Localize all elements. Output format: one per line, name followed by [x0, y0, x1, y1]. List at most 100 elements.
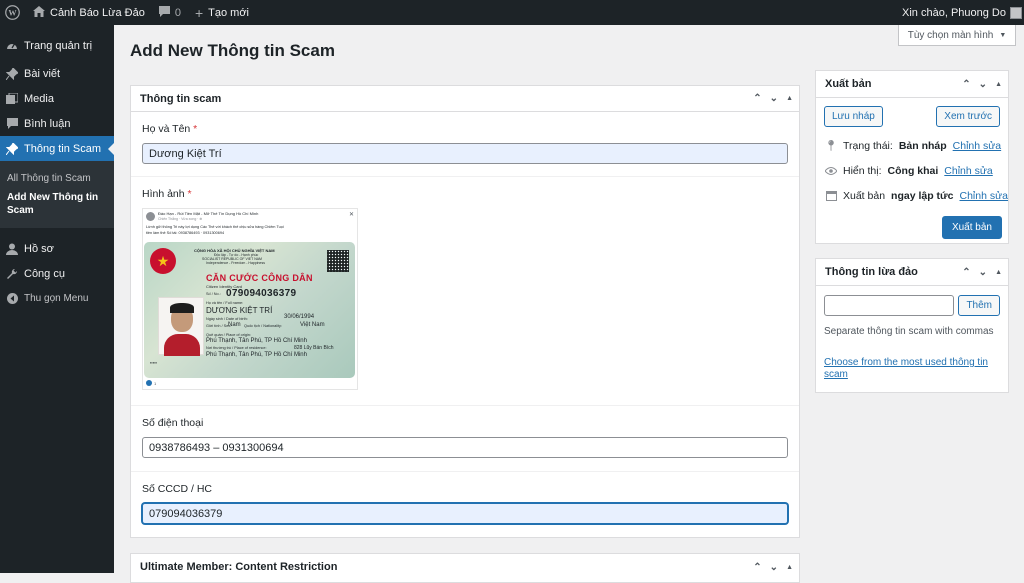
publish-box: Xuất bản ⌃ ⌄ ▲ Lưu nháp Xem trước 📍︎ Trạ…	[815, 70, 1009, 244]
plus-icon: +	[194, 4, 204, 21]
sidebar-collapse-menu[interactable]: Thu gọn Menu	[0, 286, 114, 311]
phone-label: Số điện thoại	[142, 417, 204, 429]
scam-submenu: All Thông tin Scam Add New Thông tin Sca…	[0, 161, 114, 228]
card-holder-name: DƯƠNG KIỆT TRÍ	[206, 306, 273, 315]
account-menu[interactable]: Xin chào, Phuong Do	[902, 6, 1022, 19]
save-draft-button[interactable]: Lưu nháp	[824, 106, 883, 127]
calendar-icon	[825, 190, 837, 201]
status-row: 📍︎ Trạng thái: Bản nháp Chỉnh sửa	[824, 133, 1008, 158]
comments-link[interactable]: 0	[158, 5, 181, 20]
card-dob-label: Ngày sinh / Date of birth:	[206, 317, 248, 321]
toggle-panel-icon[interactable]: ▲	[995, 269, 1002, 276]
move-up-icon[interactable]: ⌃	[753, 93, 761, 104]
screen-options-button[interactable]: Tùy chọn màn hình ▼	[898, 25, 1016, 46]
move-down-icon[interactable]: ⌄	[979, 79, 987, 90]
id-card: ★ CỘNG HÒA XÃ HỘI CHỦ NGHĨA VIỆT NAM Độc…	[144, 242, 355, 378]
toggle-panel-icon[interactable]: ▲	[786, 564, 793, 571]
move-up-icon[interactable]: ⌃	[962, 79, 970, 90]
move-up-icon[interactable]: ⌃	[962, 267, 970, 278]
sidebar-item-label: Media	[24, 92, 54, 105]
tag-input[interactable]	[824, 295, 955, 316]
dashboard-icon	[6, 40, 18, 52]
submenu-add-new-scam[interactable]: Add New Thông tin Scam	[0, 188, 114, 220]
sidebar-item-label: Hồ sơ	[24, 242, 54, 255]
wordpress-logo-icon[interactable]: W	[1, 2, 23, 24]
edit-schedule-link[interactable]: Chỉnh sửa	[960, 190, 1008, 202]
add-tag-button[interactable]: Thêm	[958, 295, 1000, 316]
sidebar-item-dashboard[interactable]: Trang quản trị	[0, 33, 114, 58]
sidebar-item-label: Công cụ	[24, 267, 65, 280]
eye-icon	[825, 166, 837, 175]
user-icon	[6, 243, 18, 255]
choose-most-used-wrapper: Choose from the most used thông tin scam	[816, 337, 1008, 381]
visibility-row: Hiển thị: Công khai Chỉnh sửa	[825, 158, 1008, 183]
admin-sidebar: Trang quản trị Bài viết Media Bình luận …	[0, 25, 114, 573]
choose-most-used-link[interactable]: Choose from the most used thông tin scam	[824, 357, 988, 380]
post-reactions: 1	[146, 380, 156, 386]
publish-button[interactable]: Xuất bản	[941, 216, 1002, 239]
move-down-icon[interactable]: ⌄	[979, 267, 987, 278]
phone-field-group: Số điện thoại 0938786493 – 0931300694	[131, 406, 799, 472]
id-number-label: Số CCCD / HC	[142, 483, 213, 495]
new-content-link[interactable]: + Tạo mới	[195, 6, 249, 20]
svg-text:W: W	[8, 9, 17, 18]
sidebar-item-tools[interactable]: Công cụ	[0, 261, 114, 286]
card-dob: 30/06/1994	[284, 314, 315, 320]
id-number-field[interactable]: 079094036379	[142, 503, 788, 524]
national-emblem-icon: ★	[150, 248, 176, 274]
reaction-count: 1	[154, 380, 157, 386]
card-expiry-note: ▪▪▪▪▪	[150, 360, 158, 365]
post-caption-1: Lừnh gửi thông Tri này lợi dụng Các Thẻ …	[146, 225, 284, 229]
move-down-icon[interactable]: ⌄	[770, 562, 778, 573]
main-content: Tùy chọn màn hình ▼ Add New Thông tin Sc…	[114, 25, 1024, 583]
publish-footer: Xuất bản	[816, 208, 1008, 239]
visibility-value: Công khai	[887, 164, 939, 177]
sidebar-item-label: Thông tin Scam	[24, 142, 102, 155]
submenu-all-scam[interactable]: All Thông tin Scam	[0, 169, 114, 188]
sidebar-item-label: Bình luận	[24, 117, 71, 130]
card-country-en-2: Independence - Freedom - Happiness	[206, 261, 265, 265]
move-up-icon[interactable]: ⌃	[753, 562, 761, 573]
card-origin: Phú Thạnh, Tân Phú, TP Hồ Chí Minh	[206, 338, 307, 344]
preview-button[interactable]: Xem trước	[936, 106, 1000, 127]
admin-bar: W Cảnh Báo Lừa Đảo 0 + Tạo mới Xin chào,…	[0, 0, 1024, 25]
name-field[interactable]: Dương Kiệt Trí	[142, 143, 788, 164]
pin-location-icon: 📍︎	[824, 140, 838, 152]
sidebar-item-comments[interactable]: Bình luận	[0, 111, 114, 136]
greeting: Xin chào, Phuong Do	[902, 6, 1006, 19]
comment-icon	[6, 118, 18, 130]
um-box-header[interactable]: Ultimate Member: Content Restriction ⌃ ⌄…	[131, 554, 799, 580]
caret-down-icon: ▼	[999, 31, 1007, 39]
edit-visibility-link[interactable]: Chỉnh sửa	[944, 165, 992, 177]
edit-status-link[interactable]: Chỉnh sửa	[953, 140, 1001, 152]
toggle-panel-icon[interactable]: ▲	[786, 95, 793, 102]
visibility-label: Hiển thị:	[843, 164, 882, 177]
card-nationality: Việt Nam	[300, 322, 325, 328]
page-title: Add New Thông tin Scam	[130, 41, 335, 60]
toggle-panel-icon[interactable]: ▲	[995, 81, 1002, 88]
phone-field[interactable]: 0938786493 – 0931300694	[142, 437, 788, 458]
home-icon	[33, 5, 45, 20]
phone-value: 0938786493 – 0931300694	[149, 441, 284, 454]
qr-code	[327, 250, 349, 272]
site-name-link[interactable]: Cảnh Báo Lừa Đảo	[33, 5, 145, 20]
pin-icon	[6, 142, 18, 155]
scam-id-card-image[interactable]: Đáo Hạn - Rút Tiền Mặt - Mở Thẻ Tín Dụng…	[142, 208, 358, 390]
card-no-label: Số / No.:	[206, 292, 221, 296]
post-avatar	[146, 212, 155, 221]
sidebar-item-media[interactable]: Media	[0, 86, 114, 111]
schedule-value: ngay lập tức	[891, 189, 954, 202]
post-close-icon: ✕	[348, 212, 354, 218]
post-subheader: Chiến Thắng · Vừa xong · ⊕	[158, 217, 203, 221]
sidebar-item-posts[interactable]: Bài viết	[0, 61, 114, 86]
like-icon	[146, 380, 152, 386]
sidebar-item-profile[interactable]: Hồ sơ	[0, 236, 114, 261]
sidebar-item-scam-info[interactable]: Thông tin Scam	[0, 136, 114, 161]
schedule-label: Xuất bản	[843, 189, 886, 202]
name-field-group: Họ và Tên * Dương Kiệt Trí	[131, 112, 799, 177]
tag-add-row: Thêm	[816, 286, 1008, 316]
move-down-icon[interactable]: ⌄	[770, 93, 778, 104]
tag-help-text: Separate thông tin scam with commas	[824, 326, 994, 337]
wrench-icon	[6, 268, 18, 280]
sidebar-item-label: Bài viết	[24, 67, 61, 80]
